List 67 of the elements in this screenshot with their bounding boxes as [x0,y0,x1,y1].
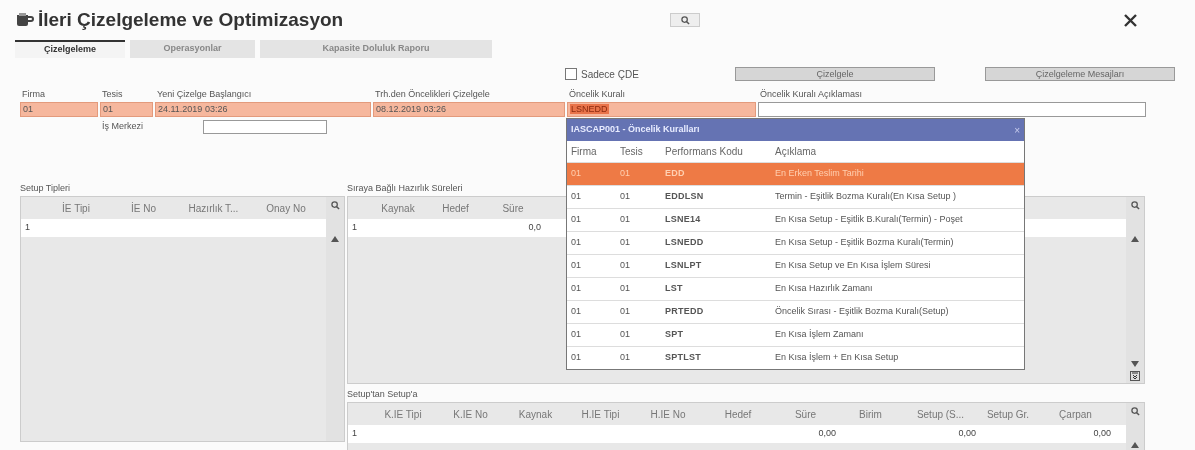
column-header: K.IE No [452,407,489,422]
column-header: Hedef [441,201,470,216]
column-header: Kaynak [380,201,416,216]
search-icon[interactable] [1130,201,1140,210]
field-label: Firma [21,88,46,101]
column-header: Setup Gr. [985,407,1031,422]
column-header: H.IE No [649,407,687,422]
tab[interactable]: Operasyonlar [130,40,255,58]
column-header: Birim [858,407,883,422]
column-header: Hazırlık T... [187,201,240,216]
column-header: Çarpan [1058,407,1093,422]
column-header: İE Tipi [61,201,91,216]
panel-title: Sıraya Bağlı Hazırlık Süreleri [347,182,464,194]
close-icon[interactable] [1124,13,1137,27]
search-button[interactable] [670,13,700,27]
cup-icon [16,12,34,28]
close-icon[interactable]: × [1014,122,1020,138]
schedule-button[interactable]: Çizelgele [735,67,935,81]
scroll-up-icon[interactable] [331,236,339,242]
window-title: İleri Çizelgeleme ve Optimizasyon [38,7,344,32]
field-label: Trh.den Öncelikleri Çizelgele [374,88,491,101]
input-field[interactable]: 24.11.2019 03:26 [155,102,371,117]
column-header: K.IE Tipi [383,407,423,422]
input-field[interactable]: 01 [100,102,153,117]
messages-button[interactable]: Çizelgeleme Mesajları [985,67,1175,81]
search-icon [680,15,690,25]
tab[interactable]: Çizelgeleme [15,40,125,58]
column-header: Onay No [265,201,307,216]
column-header: Açıklama [775,145,818,159]
column-header: İE No [130,201,157,216]
input-field[interactable]: LSNEDD [567,102,756,117]
input-field[interactable] [758,102,1146,117]
popup-title: IASCAP001 - Öncelik Kuralları [571,123,700,137]
panel-title: Setup Tipleri [20,182,72,194]
field-label: Yeni Çizelge Başlangıcı [156,88,253,101]
checkbox[interactable]: Sadece ÇDE [565,66,735,82]
search-icon[interactable] [330,201,340,210]
input-field[interactable]: 01 [20,102,98,117]
column-header: Performans Kodu [665,145,744,159]
table-cell-text: 0,00 [957,427,977,441]
tab[interactable]: Kapasite Doluluk Raporu [260,40,492,58]
table-cell-text: 0,00 [1092,427,1112,441]
column-header: Hedef [723,407,753,422]
field-label: Tesis [101,88,124,101]
scroll-up-icon[interactable] [1131,236,1139,242]
work-center-field[interactable] [203,120,327,134]
row-number: 1 [351,427,358,441]
row-number: 1 [351,221,358,235]
column-header: Süre [793,407,818,422]
table-cell-text: 0,0 [527,221,542,235]
column-header: Tesis [620,145,644,159]
column-header: Setup (S... [915,407,966,422]
column-header: Firma [571,145,598,159]
input-field[interactable]: 08.12.2019 03:26 [373,102,565,117]
field-label: Öncelik Kuralı Açıklaması [759,88,864,101]
scroll-down-icon[interactable] [1131,361,1139,367]
column-header: Kaynak [517,407,554,422]
column-header: H.IE Tipi [580,407,621,422]
column-header: Süre [501,201,525,216]
row-number: 1 [24,221,31,235]
panel-title: Setup'tan Setup'a [347,388,419,400]
scroll-up-icon[interactable] [1131,442,1139,448]
table-cell-text: 0,00 [817,427,837,441]
field-label: Öncelik Kuralı [568,88,627,101]
search-icon[interactable] [1130,407,1140,416]
field-label: İş Merkezi [102,120,144,134]
scroll-end-icon[interactable] [1130,371,1140,381]
